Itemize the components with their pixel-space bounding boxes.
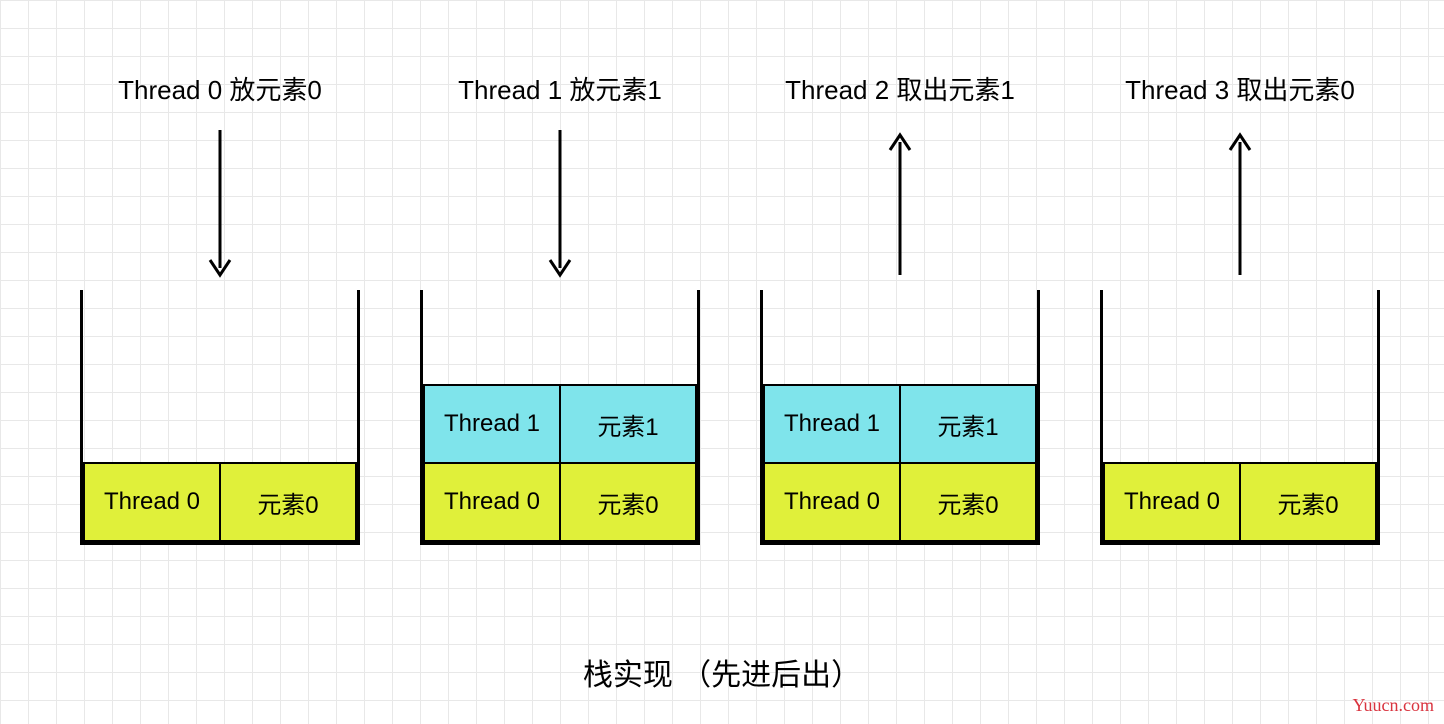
arrow-zone bbox=[420, 115, 700, 290]
cell-thread: Thread 0 bbox=[85, 464, 221, 540]
stack-row: Thread 0元素0 bbox=[1103, 462, 1377, 542]
cell-element: 元素0 bbox=[561, 464, 695, 540]
stack-snapshot: Thread 0 放元素0 Thread 0元素0 bbox=[80, 70, 360, 545]
cell-thread: Thread 0 bbox=[425, 464, 561, 540]
stack-row: Thread 0元素0 bbox=[83, 462, 357, 542]
stack-row: Thread 1元素1 bbox=[423, 384, 697, 464]
snapshot-label: Thread 3 取出元素0 bbox=[1125, 70, 1355, 107]
cell-element: 元素0 bbox=[901, 464, 1035, 540]
stack-snapshot: Thread 3 取出元素0 Thread 0元素0 bbox=[1100, 70, 1380, 545]
stack-bucket: Thread 0元素0 bbox=[80, 290, 360, 545]
arrow-down-icon bbox=[205, 125, 235, 280]
stack-bucket: Thread 0元素0 bbox=[1100, 290, 1380, 545]
arrow-zone bbox=[1100, 115, 1380, 290]
stack-snapshot: Thread 2 取出元素1 Thread 1元素1Thread 0元素0 bbox=[760, 70, 1040, 545]
stack-bucket: Thread 1元素1Thread 0元素0 bbox=[420, 290, 700, 545]
stack-row: Thread 0元素0 bbox=[763, 462, 1037, 542]
cell-element: 元素0 bbox=[1241, 464, 1375, 540]
stack-row: Thread 1元素1 bbox=[763, 384, 1037, 464]
cell-element: 元素0 bbox=[221, 464, 355, 540]
stack-snapshot: Thread 1 放元素1 Thread 1元素1Thread 0元素0 bbox=[420, 70, 700, 545]
arrow-zone bbox=[80, 115, 360, 290]
snapshot-label: Thread 1 放元素1 bbox=[458, 70, 662, 107]
cell-thread: Thread 1 bbox=[765, 386, 901, 462]
cell-thread: Thread 1 bbox=[425, 386, 561, 462]
cell-element: 元素1 bbox=[561, 386, 695, 462]
cell-thread: Thread 0 bbox=[1105, 464, 1241, 540]
cell-element: 元素1 bbox=[901, 386, 1035, 462]
arrow-up-icon bbox=[885, 125, 915, 280]
stack-bucket: Thread 1元素1Thread 0元素0 bbox=[760, 290, 1040, 545]
watermark: Yuucn.com bbox=[1353, 695, 1434, 716]
cell-thread: Thread 0 bbox=[765, 464, 901, 540]
arrow-zone bbox=[760, 115, 1040, 290]
snapshot-label: Thread 2 取出元素1 bbox=[785, 70, 1015, 107]
snapshot-label: Thread 0 放元素0 bbox=[118, 70, 322, 107]
diagram-caption: 栈实现 （先进后出） bbox=[0, 650, 1444, 694]
arrow-up-icon bbox=[1225, 125, 1255, 280]
stack-row: Thread 0元素0 bbox=[423, 462, 697, 542]
arrow-down-icon bbox=[545, 125, 575, 280]
